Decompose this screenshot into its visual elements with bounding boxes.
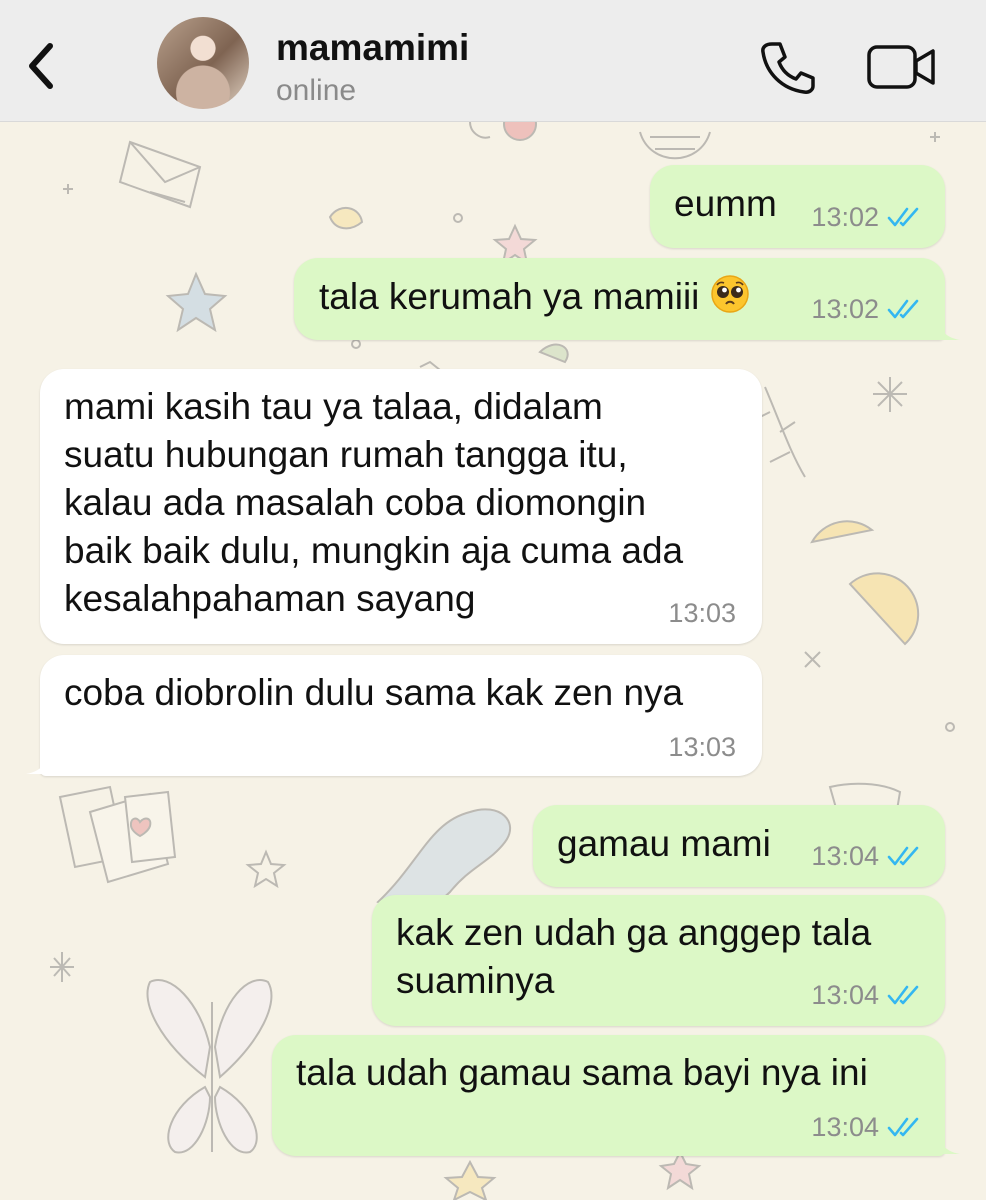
message-outgoing[interactable]: tala udah gamau sama bayi nya ini 13:04 [272,1035,945,1156]
message-incoming[interactable]: mami kasih tau ya talaa, didalam suatu h… [40,369,762,644]
pleading-face-emoji [710,275,749,313]
contact-name[interactable]: mamamimi [276,27,469,69]
message-time: 13:04 [811,1112,879,1142]
message-meta: 13:04 [811,841,923,871]
double-check-read-icon [887,1117,919,1137]
message-meta: 13:04 [811,980,923,1010]
phone-call-icon[interactable] [758,38,816,96]
message-time: 13:03 [668,598,736,628]
message-incoming[interactable]: coba diobrolin dulu sama kak zen nya 13:… [40,655,762,776]
message-outgoing[interactable]: kak zen udah ga anggep tala suaminya 13:… [372,895,945,1026]
message-outgoing[interactable]: eumm 13:02 [650,165,945,248]
double-check-read-icon [887,299,919,319]
message-meta: 13:02 [811,202,923,232]
message-text: coba diobrolin dulu sama kak zen nya [64,672,684,713]
bubble-tail [26,752,50,774]
message-text: tala kerumah ya mamiii [319,273,750,321]
message-text: gamau mami [557,823,771,864]
message-outgoing[interactable]: tala kerumah ya mamiii 13:02 [294,258,945,340]
contact-status: online [276,74,357,107]
message-time: 13:03 [668,732,736,762]
message-time: 13:02 [811,294,879,324]
message-line: kalau ada masalah coba diomongin [64,482,647,523]
message-text-content: tala kerumah ya mamiii [319,276,700,317]
message-time: 13:04 [811,841,879,871]
message-outgoing[interactable]: gamau mami 13:04 [533,805,945,887]
message-line: suaminya [396,960,555,1001]
message-text: tala udah gamau sama bayi nya ini [296,1052,868,1093]
video-call-icon[interactable] [866,44,938,90]
message-line: baik baik dulu, mungkin aja cuma ada [64,530,684,571]
back-chevron-icon[interactable] [22,34,62,94]
message-time: 13:02 [811,202,879,232]
bubble-tail [936,1132,960,1154]
bubble-tail [936,318,960,340]
message-time: 13:04 [811,980,879,1010]
message-line: kak zen udah ga anggep tala [396,912,872,953]
message-meta: 13:02 [811,294,923,324]
double-check-read-icon [887,207,919,227]
message-meta: 13:03 [668,598,736,628]
avatar[interactable] [157,17,249,109]
double-check-read-icon [887,985,919,1005]
message-meta: 13:04 [811,1112,923,1142]
message-line: mami kasih tau ya talaa, didalam [64,386,603,427]
message-text: eumm [674,183,777,224]
chat-area[interactable]: eumm 13:02 tala kerumah ya mamiii 13:02 [0,122,986,1200]
chat-header: mamamimi online [0,0,986,122]
double-check-read-icon [887,846,919,866]
message-line: suatu hubungan rumah tangga itu, [64,434,628,475]
message-meta: 13:03 [668,732,736,762]
message-line: kesalahpahaman sayang [64,578,476,619]
